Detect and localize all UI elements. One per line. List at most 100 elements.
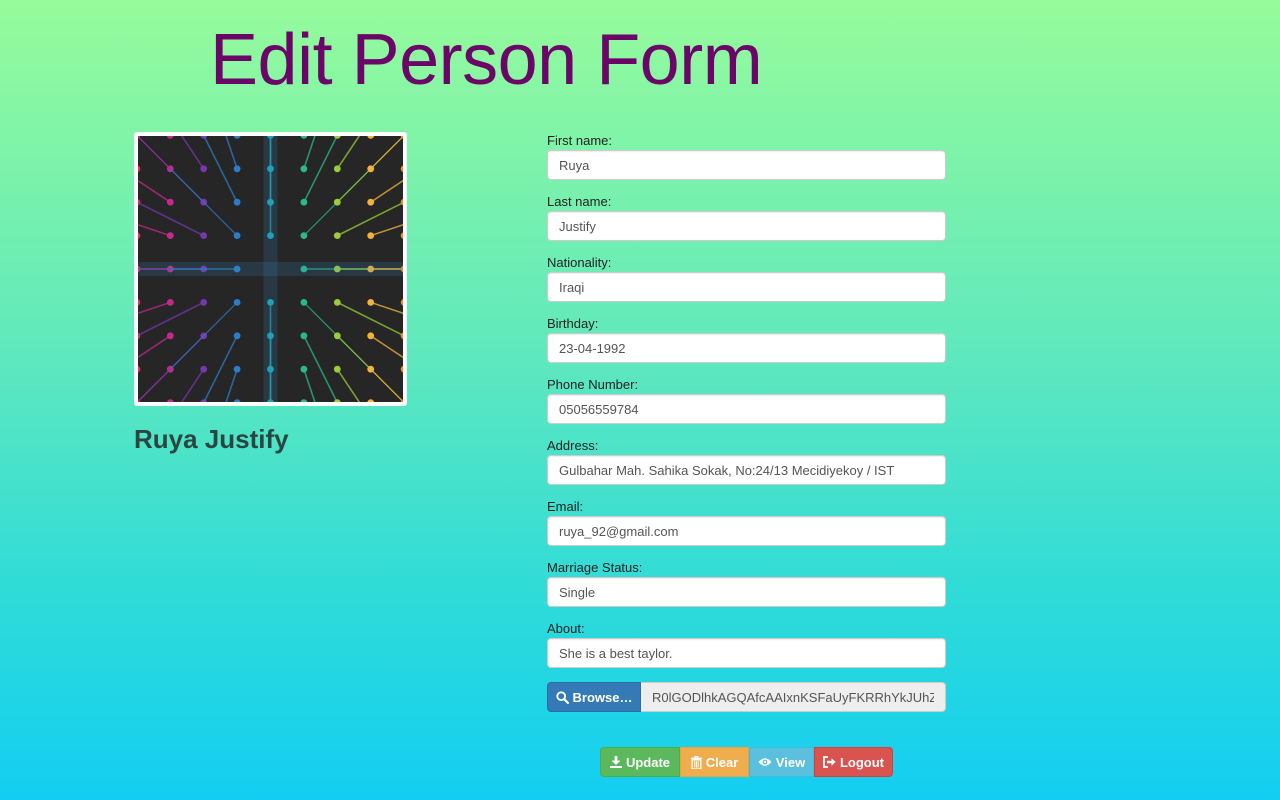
photo-beam — [138, 179, 171, 203]
photo-dot — [200, 299, 208, 306]
photo-dot — [233, 365, 241, 373]
profile-photo-art — [138, 136, 403, 402]
photo-beam — [336, 368, 361, 402]
email-field: Email: — [547, 499, 946, 560]
clear-label: Clear — [705, 754, 739, 770]
photo-dot — [300, 365, 308, 373]
photo-dot — [333, 299, 341, 306]
last-name-input[interactable] — [547, 211, 946, 241]
about-field: About: — [547, 621, 946, 682]
photo-dot — [233, 232, 241, 239]
trash-icon — [690, 755, 702, 769]
photo-dot — [233, 399, 241, 402]
logout-button[interactable]: Logout — [814, 747, 893, 777]
photo-dot — [333, 232, 341, 239]
profile-photo — [134, 132, 407, 406]
email-input[interactable] — [547, 516, 946, 546]
marriage-status-input[interactable] — [547, 577, 946, 607]
photo-beam — [169, 168, 238, 237]
photo-dot — [333, 365, 341, 373]
profile-name: Ruya Justify — [134, 424, 289, 454]
photo-dot — [138, 232, 141, 239]
photo-dot — [367, 198, 375, 206]
photo-dot — [300, 136, 308, 139]
photo-dot — [333, 332, 341, 340]
photo-dot — [367, 299, 375, 306]
photo-dot — [233, 165, 241, 173]
page-title: Edit Person Form — [210, 20, 763, 100]
photo-dot — [233, 136, 241, 139]
marriage-status-field: Marriage Status: — [547, 560, 946, 621]
last-name-label: Last name: — [547, 194, 612, 209]
nationality-field: Nationality: — [547, 255, 946, 316]
photo-beam — [370, 368, 403, 402]
phone-number-field: Phone Number: — [547, 377, 946, 438]
photo-dot — [333, 198, 341, 206]
photo-dot — [333, 165, 341, 173]
photo-dot — [138, 165, 141, 173]
photo-beam — [303, 368, 316, 402]
photo-dot — [166, 332, 174, 340]
eye-icon — [758, 757, 772, 767]
first-name-field: First name: — [547, 133, 946, 194]
download-icon — [609, 756, 622, 768]
photo-dot — [166, 299, 174, 306]
first-name-label: First name: — [547, 133, 613, 148]
photo-beam — [370, 335, 403, 359]
photo-dot — [400, 365, 403, 373]
photo-dot — [300, 399, 308, 402]
view-label: View — [775, 754, 806, 770]
nationality-input[interactable] — [547, 272, 946, 302]
photo-beam — [336, 136, 361, 170]
photo-dot — [138, 299, 141, 306]
photo-dot — [233, 299, 241, 306]
phone-number-input[interactable] — [547, 394, 946, 424]
about-label: About: — [547, 621, 585, 636]
address-field: Address: — [547, 438, 946, 499]
photo-dot — [166, 399, 174, 402]
photo-beam — [169, 301, 238, 370]
photo-beam — [303, 136, 316, 170]
photo-dot — [400, 232, 403, 239]
photo-dot — [300, 165, 308, 173]
photo-beam — [225, 368, 238, 402]
browse-button[interactable]: Browse… — [547, 682, 641, 712]
browse-label: Browse… — [572, 689, 633, 705]
photo-dot — [166, 198, 174, 206]
view-button[interactable]: View — [749, 747, 814, 777]
clear-button[interactable]: Clear — [680, 747, 749, 777]
logout-label: Logout — [839, 754, 885, 770]
photo-beam — [370, 136, 403, 170]
photo-beam — [138, 301, 171, 315]
photo-beam — [180, 368, 205, 402]
about-input[interactable] — [547, 638, 946, 668]
photo-dot — [400, 165, 403, 173]
search-icon — [555, 690, 569, 704]
first-name-input[interactable] — [547, 150, 946, 180]
edit-person-form: First name: Last name: Nationality: Birt… — [547, 133, 946, 682]
address-label: Address: — [547, 438, 599, 453]
photo-dot — [300, 299, 308, 306]
photo-dot — [233, 198, 241, 206]
logout-icon — [823, 756, 836, 768]
update-button[interactable]: Update — [600, 747, 680, 777]
nationality-label: Nationality: — [547, 255, 612, 270]
marriage-status-label: Marriage Status: — [547, 560, 643, 575]
photo-dot — [300, 232, 308, 239]
photo-dot — [166, 136, 174, 139]
birthday-field: Birthday: — [547, 316, 946, 377]
last-name-field: Last name: — [547, 194, 946, 255]
photo-beam — [138, 223, 171, 237]
birthday-input[interactable] — [547, 333, 946, 363]
file-path-input[interactable] — [641, 682, 946, 712]
photo-dot — [166, 232, 174, 239]
address-input[interactable] — [547, 455, 946, 485]
photo-dot — [200, 232, 208, 239]
photo-dot — [138, 365, 141, 373]
phone-number-label: Phone Number: — [547, 377, 639, 392]
birthday-label: Birthday: — [547, 316, 599, 331]
photo-beam — [370, 301, 403, 315]
photo-dot — [300, 332, 308, 340]
photo-dot — [367, 165, 375, 173]
photo-beam — [225, 136, 238, 170]
